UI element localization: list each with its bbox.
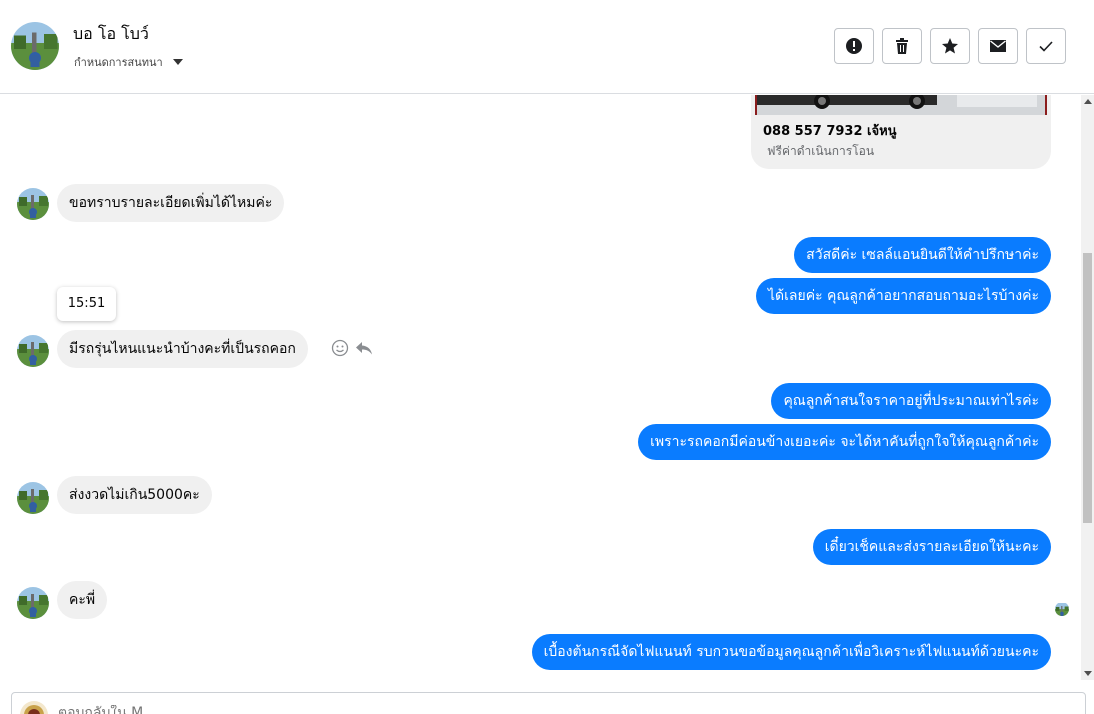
reply-input[interactable] xyxy=(58,705,858,714)
reply-composer[interactable] xyxy=(11,692,1086,714)
listing-image xyxy=(755,95,1047,115)
outgoing-message: คุณลูกค้าสนใจราคาอยู่ที่ประมาณเท่าไรค่ะ xyxy=(771,383,1051,419)
contact-name[interactable]: บอ โอ โบว์ xyxy=(73,22,149,47)
sender-avatar xyxy=(17,335,49,367)
incoming-message: ขอทราบรายละเอียดเพิ่มได้ไหมค่ะ xyxy=(57,184,285,222)
scroll-up-arrow-icon[interactable] xyxy=(1084,99,1092,104)
incoming-message: มีรถรุ่นไหนแนะนำบ้างคะที่เป็นรถคอก xyxy=(57,330,308,368)
message-tools xyxy=(331,339,373,357)
sender-avatar xyxy=(17,188,49,220)
scroll-down-arrow-icon[interactable] xyxy=(1084,671,1092,676)
incoming-message: ส่งงวดไม่เกิน5000คะ xyxy=(57,476,212,514)
scroll-thumb[interactable] xyxy=(1083,253,1092,523)
outgoing-message: เพราะรถคอกมีค่อนข้างเยอะค่ะ จะได้หาคันที… xyxy=(638,424,1051,460)
contact-avatar[interactable] xyxy=(11,22,59,70)
conversation-header: บอ โอ โบว์ กำหนดการสนทนา xyxy=(0,0,1094,94)
outgoing-message: สวัสดีค่ะ เซลล์แอนยินดีให้คำปรึกษาค่ะ xyxy=(794,237,1051,273)
conversation-settings-label: กำหนดการสนทนา xyxy=(74,56,163,69)
star-icon xyxy=(942,38,958,54)
trash-icon xyxy=(896,38,908,54)
sender-avatar xyxy=(17,587,49,619)
star-button[interactable] xyxy=(930,28,970,64)
outgoing-message: ได้เลยค่ะ คุณลูกค้าอยากสอบถามอะไรบ้างค่ะ xyxy=(756,278,1051,314)
mark-done-button[interactable] xyxy=(1026,28,1066,64)
report-button[interactable] xyxy=(834,28,874,64)
thread-scrollbar[interactable] xyxy=(1081,95,1094,680)
header-actions xyxy=(834,28,1066,64)
listing-title: 088 557 7932 เจ้หนู xyxy=(763,124,897,139)
chevron-down-icon xyxy=(172,59,183,65)
conversation-settings-dropdown[interactable]: กำหนดการสนทนา xyxy=(74,53,183,71)
page-avatar xyxy=(20,701,48,714)
delete-button[interactable] xyxy=(882,28,922,64)
outgoing-message: เบื้องต้นกรณีจัดไฟแนนท์ รบกวนขอข้อมูลคุณ… xyxy=(531,634,1051,670)
mark-unread-button[interactable] xyxy=(978,28,1018,64)
mail-icon xyxy=(990,40,1006,52)
incoming-message: คะพี่ xyxy=(57,581,108,619)
alert-icon xyxy=(846,38,862,54)
message-timestamp-tooltip: 15:51 xyxy=(57,287,116,321)
message-thread: 088 557 7932 เจ้หนู ฟรีค่าดำเนินการโอน ข… xyxy=(0,95,1080,680)
check-icon xyxy=(1039,41,1053,52)
shared-listing-card[interactable]: 088 557 7932 เจ้หนู ฟรีค่าดำเนินการโอน xyxy=(751,95,1051,169)
emoji-react-icon[interactable] xyxy=(331,339,349,357)
outgoing-message: เดี๋ยวเช็คและส่งรายละเอียดให้นะคะ xyxy=(812,529,1051,565)
reply-icon[interactable] xyxy=(355,339,373,357)
sender-avatar xyxy=(17,482,49,514)
listing-subtitle: ฟรีค่าดำเนินการโอน xyxy=(767,144,875,158)
seen-indicator-avatar xyxy=(1055,602,1069,616)
